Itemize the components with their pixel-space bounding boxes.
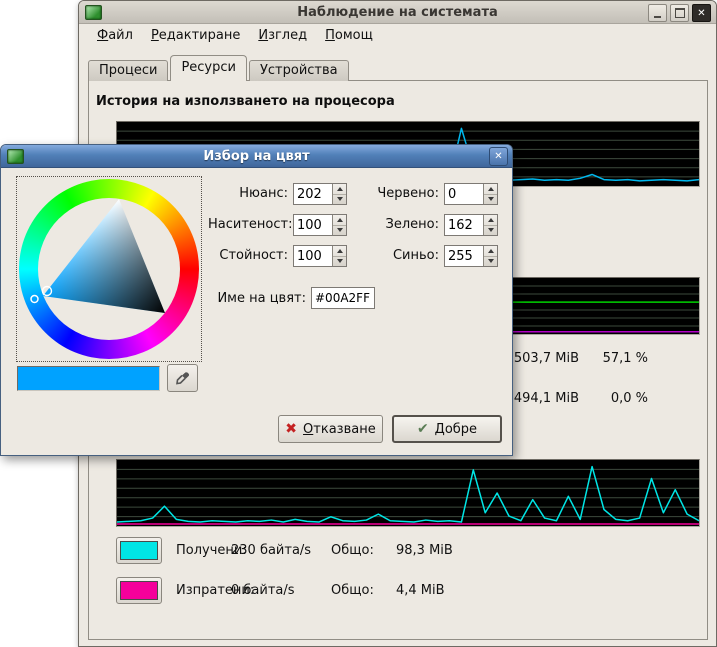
- received-total-label: Общо:: [331, 543, 374, 558]
- color-preview: [17, 366, 160, 391]
- saturation-spin-arrows[interactable]: [332, 215, 346, 235]
- spin-up-icon[interactable]: [484, 184, 497, 194]
- saturation-spinbox[interactable]: [293, 214, 347, 236]
- sent-total: 4,4 MiB: [396, 583, 445, 598]
- value-label: Стойност:: [208, 245, 288, 267]
- hue-label: Нюанс:: [208, 183, 288, 205]
- maximize-button[interactable]: [670, 4, 689, 22]
- dialog-titlebar[interactable]: Избор на цвят ✕: [1, 145, 512, 168]
- hue-input[interactable]: [294, 184, 332, 204]
- spin-down-icon[interactable]: [484, 256, 497, 267]
- main-window-title: Наблюдение на системата: [79, 5, 716, 20]
- red-label: Червено:: [359, 183, 439, 205]
- menu-view[interactable]: Изглед: [249, 26, 316, 45]
- value-input[interactable]: [294, 246, 332, 266]
- main-window-titlebar[interactable]: Наблюдение на системата ✕: [79, 1, 716, 24]
- close-button[interactable]: ✕: [692, 4, 711, 22]
- cancel-x-icon: ✖: [285, 422, 297, 436]
- desktop: Наблюдение на системата ✕ Файл Редактира…: [0, 0, 717, 647]
- spin-down-icon[interactable]: [333, 256, 346, 267]
- menu-edit[interactable]: Редактиране: [142, 26, 249, 45]
- hue-spinbox[interactable]: [293, 183, 347, 205]
- green-input[interactable]: [445, 215, 483, 235]
- red-input[interactable]: [445, 184, 483, 204]
- value-spinbox[interactable]: [293, 245, 347, 267]
- spin-down-icon[interactable]: [333, 225, 346, 236]
- color-name-label: Име на цвят:: [211, 288, 306, 310]
- maximize-icon: [675, 8, 685, 18]
- dialog-close-button[interactable]: ✕: [489, 147, 508, 166]
- cpu-section-title: История на използването на процесора: [96, 94, 395, 109]
- spin-down-icon[interactable]: [484, 194, 497, 205]
- green-label: Зелено:: [359, 214, 439, 236]
- hue-spin-arrows[interactable]: [332, 184, 346, 204]
- minimize-icon: [654, 16, 661, 18]
- received-color-button[interactable]: [116, 537, 162, 564]
- swap-percent: 0,0 %: [579, 391, 648, 406]
- green-spinbox[interactable]: [444, 214, 498, 236]
- tab-bar: Процеси Ресурси Устройства: [88, 56, 351, 81]
- hue-selector[interactable]: [31, 296, 38, 303]
- eyedropper-button[interactable]: [167, 364, 198, 392]
- color-picker-dialog: Избор на цвят ✕: [0, 144, 513, 456]
- tab-devices[interactable]: Устройства: [249, 60, 349, 81]
- green-spin-arrows[interactable]: [483, 215, 497, 235]
- hue-wheel-focus-frame: [16, 176, 202, 362]
- menubar: Файл Редактиране Изглед Помощ: [80, 24, 715, 47]
- saturation-input[interactable]: [294, 215, 332, 235]
- spin-up-icon[interactable]: [333, 215, 346, 225]
- menu-help[interactable]: Помощ: [316, 26, 382, 45]
- network-received-row: Получени: 230 байта/s Общо: 98,3 MiB: [79, 537, 716, 565]
- window-controls: ✕: [648, 4, 711, 22]
- spin-up-icon[interactable]: [333, 184, 346, 194]
- saturation-label: Наситеност:: [208, 214, 288, 236]
- minimize-button[interactable]: [648, 4, 667, 22]
- color-name-input[interactable]: [311, 287, 375, 309]
- received-rate: 230 байта/s: [231, 543, 311, 558]
- sent-color-button[interactable]: [116, 577, 162, 604]
- hsv-triangle[interactable]: [19, 179, 199, 359]
- blue-spinbox[interactable]: [444, 245, 498, 267]
- close-icon: ✕: [494, 151, 502, 162]
- menu-file[interactable]: Файл: [88, 26, 142, 45]
- tab-processes[interactable]: Процеси: [88, 60, 168, 81]
- blue-label: Синьо:: [359, 245, 439, 267]
- sent-total-label: Общо:: [331, 583, 374, 598]
- blue-spin-arrows[interactable]: [483, 246, 497, 266]
- ok-check-icon: ✔: [417, 422, 429, 436]
- spin-down-icon[interactable]: [333, 194, 346, 205]
- spin-up-icon[interactable]: [333, 246, 346, 256]
- eyedropper-icon: [175, 370, 191, 386]
- sent-color-swatch: [120, 581, 158, 600]
- spin-down-icon[interactable]: [484, 225, 497, 236]
- ok-button[interactable]: ✔ Добре: [392, 415, 502, 443]
- blue-input[interactable]: [445, 246, 483, 266]
- sent-rate: 0 байта/s: [231, 583, 295, 598]
- tab-resources[interactable]: Ресурси: [170, 55, 247, 81]
- received-total: 98,3 MiB: [396, 543, 453, 558]
- memory-percent: 57,1 %: [579, 351, 648, 366]
- close-icon: ✕: [697, 8, 705, 19]
- cancel-button[interactable]: ✖ Отказване: [278, 415, 383, 443]
- spin-up-icon[interactable]: [484, 215, 497, 225]
- red-spin-arrows[interactable]: [483, 184, 497, 204]
- ok-button-label: Добре: [435, 422, 477, 437]
- red-spinbox[interactable]: [444, 183, 498, 205]
- network-history-chart: [116, 459, 700, 527]
- cancel-button-label: Отказване: [303, 422, 376, 437]
- spin-up-icon[interactable]: [484, 246, 497, 256]
- value-spin-arrows[interactable]: [332, 246, 346, 266]
- dialog-title: Избор на цвят: [1, 149, 512, 164]
- received-color-swatch: [120, 541, 158, 560]
- network-sent-row: Изпратени: 0 байта/s Общо: 4,4 MiB: [79, 577, 716, 605]
